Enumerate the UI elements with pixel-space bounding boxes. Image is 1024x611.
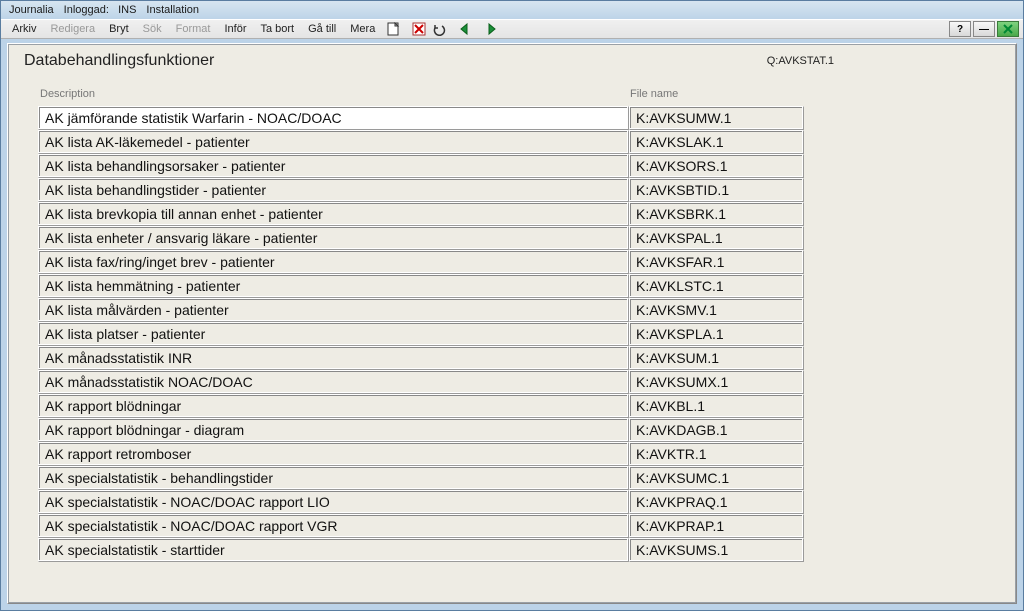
table-row[interactable]: AK lista hemmätning - patienterK:AVKLSTC…: [38, 274, 1004, 298]
cell-description[interactable]: AK specialstatistik - starttider: [38, 538, 629, 562]
menu-tabort[interactable]: Ta bort: [253, 21, 301, 37]
cell-filename[interactable]: K:AVKSBRK.1: [629, 202, 804, 226]
minimize-button[interactable]: —: [973, 21, 995, 37]
table-row[interactable]: AK lista fax/ring/inget brev - patienter…: [38, 250, 1004, 274]
cell-description[interactable]: AK lista platser - patienter: [38, 322, 629, 346]
cell-filename[interactable]: K:AVKSMV.1: [629, 298, 804, 322]
window-controls: ? —: [949, 21, 1019, 37]
data-rows: AK jämförande statistik Warfarin - NOAC/…: [20, 106, 1004, 562]
cell-description[interactable]: AK specialstatistik - NOAC/DOAC rapport …: [38, 514, 629, 538]
cell-filename[interactable]: K:AVKSUMS.1: [629, 538, 804, 562]
cell-filename[interactable]: K:AVKSUM.1: [629, 346, 804, 370]
table-row[interactable]: AK lista enheter / ansvarig läkare - pat…: [38, 226, 1004, 250]
content-panel: Databehandlingsfunktioner Q:AVKSTAT.1 De…: [7, 43, 1017, 604]
cell-description[interactable]: AK lista fax/ring/inget brev - patienter: [38, 250, 629, 274]
app-name: Journalia: [9, 4, 54, 16]
cell-filename[interactable]: K:AVKDAGB.1: [629, 418, 804, 442]
cell-description[interactable]: AK specialstatistik - NOAC/DOAC rapport …: [38, 490, 629, 514]
cell-filename[interactable]: K:AVKSORS.1: [629, 154, 804, 178]
logged-label-text: Inloggad:: [64, 4, 109, 16]
menu-redigera[interactable]: Redigera: [43, 21, 102, 37]
menu-infor[interactable]: Inför: [217, 21, 253, 37]
cell-filename[interactable]: K:AVKTR.1: [629, 442, 804, 466]
cell-filename[interactable]: K:AVKSUMC.1: [629, 466, 804, 490]
menu-format[interactable]: Format: [169, 21, 218, 37]
page-title: Databehandlingsfunktioner: [24, 52, 214, 70]
cell-description[interactable]: AK specialstatistik - behandlingstider: [38, 466, 629, 490]
menu-arkiv[interactable]: Arkiv: [5, 21, 43, 37]
cell-description[interactable]: AK jämförande statistik Warfarin - NOAC/…: [38, 106, 629, 130]
cell-filename[interactable]: K:AVKSBTID.1: [629, 178, 804, 202]
cell-filename[interactable]: K:AVKSUMW.1: [629, 106, 804, 130]
table-row[interactable]: AK månadsstatistik INRK:AVKSUM.1: [38, 346, 1004, 370]
logged-in-label: Inloggad: INS: [64, 4, 137, 16]
cell-description[interactable]: AK lista AK-läkemedel - patienter: [38, 130, 629, 154]
cell-description[interactable]: AK månadsstatistik INR: [38, 346, 629, 370]
cell-filename[interactable]: K:AVKPRAP.1: [629, 514, 804, 538]
cell-description[interactable]: AK lista behandlingsorsaker - patienter: [38, 154, 629, 178]
table-row[interactable]: AK lista målvärden - patienterK:AVKSMV.1: [38, 298, 1004, 322]
cell-filename[interactable]: K:AVKSUMX.1: [629, 370, 804, 394]
cell-filename[interactable]: K:AVKBL.1: [629, 394, 804, 418]
status-filename: Q:AVKSTAT.1: [767, 55, 834, 67]
table-row[interactable]: AK månadsstatistik NOAC/DOACK:AVKSUMX.1: [38, 370, 1004, 394]
table-row[interactable]: AK lista brevkopia till annan enhet - pa…: [38, 202, 1004, 226]
new-page-icon[interactable]: [384, 21, 402, 37]
cell-filename[interactable]: K:AVKSFAR.1: [629, 250, 804, 274]
cell-filename[interactable]: K:AVKSLAK.1: [629, 130, 804, 154]
env-label: Installation: [146, 4, 199, 16]
table-row[interactable]: AK rapport retromboserK:AVKTR.1: [38, 442, 1004, 466]
table-row[interactable]: AK specialstatistik - NOAC/DOAC rapport …: [38, 514, 1004, 538]
cell-description[interactable]: AK lista målvärden - patienter: [38, 298, 629, 322]
cell-filename[interactable]: K:AVKPRAQ.1: [629, 490, 804, 514]
undo-icon[interactable]: [430, 21, 448, 37]
delete-icon[interactable]: [410, 21, 428, 37]
table-row[interactable]: AK lista behandlingsorsaker - patienterK…: [38, 154, 1004, 178]
nav-back-icon[interactable]: [456, 21, 474, 37]
col-header-filename: File name: [630, 88, 678, 100]
table-row[interactable]: AK specialstatistik - behandlingstiderK:…: [38, 466, 1004, 490]
menu-sok[interactable]: Sök: [136, 21, 169, 37]
cell-filename[interactable]: K:AVKSPAL.1: [629, 226, 804, 250]
column-headers: Description File name: [20, 74, 1004, 106]
menu-bryt[interactable]: Bryt: [102, 21, 136, 37]
table-row[interactable]: AK jämförande statistik Warfarin - NOAC/…: [38, 106, 1004, 130]
cell-filename[interactable]: K:AVKSPLA.1: [629, 322, 804, 346]
table-row[interactable]: AK specialstatistik - NOAC/DOAC rapport …: [38, 490, 1004, 514]
close-button[interactable]: [997, 21, 1019, 37]
cell-description[interactable]: AK lista hemmätning - patienter: [38, 274, 629, 298]
table-row[interactable]: AK lista platser - patienterK:AVKSPLA.1: [38, 322, 1004, 346]
table-row[interactable]: AK rapport blödningar - diagramK:AVKDAGB…: [38, 418, 1004, 442]
menubar: Arkiv Redigera Bryt Sök Format Inför Ta …: [1, 19, 1023, 39]
nav-forward-icon[interactable]: [482, 21, 500, 37]
table-row[interactable]: AK rapport blödningarK:AVKBL.1: [38, 394, 1004, 418]
cell-filename[interactable]: K:AVKLSTC.1: [629, 274, 804, 298]
titlebar: Journalia Inloggad: INS Installation: [1, 1, 1023, 19]
cell-description[interactable]: AK månadsstatistik NOAC/DOAC: [38, 370, 629, 394]
table-row[interactable]: AK specialstatistik - starttiderK:AVKSUM…: [38, 538, 1004, 562]
cell-description[interactable]: AK rapport blödningar - diagram: [38, 418, 629, 442]
cell-description[interactable]: AK lista enheter / ansvarig läkare - pat…: [38, 226, 629, 250]
table-row[interactable]: AK lista behandlingstider - patienterK:A…: [38, 178, 1004, 202]
menu-mera[interactable]: Mera: [343, 21, 382, 37]
cell-description[interactable]: AK lista behandlingstider - patienter: [38, 178, 629, 202]
col-header-description: Description: [40, 88, 630, 100]
app-window: Journalia Inloggad: INS Installation Ark…: [0, 0, 1024, 611]
cell-description[interactable]: AK lista brevkopia till annan enhet - pa…: [38, 202, 629, 226]
menu-gatill[interactable]: Gå till: [301, 21, 343, 37]
cell-description[interactable]: AK rapport blödningar: [38, 394, 629, 418]
page-header: Databehandlingsfunktioner Q:AVKSTAT.1: [20, 50, 1004, 74]
logged-user: INS: [118, 4, 136, 16]
cell-description[interactable]: AK rapport retromboser: [38, 442, 629, 466]
table-row[interactable]: AK lista AK-läkemedel - patienterK:AVKSL…: [38, 130, 1004, 154]
help-button[interactable]: ?: [949, 21, 971, 37]
